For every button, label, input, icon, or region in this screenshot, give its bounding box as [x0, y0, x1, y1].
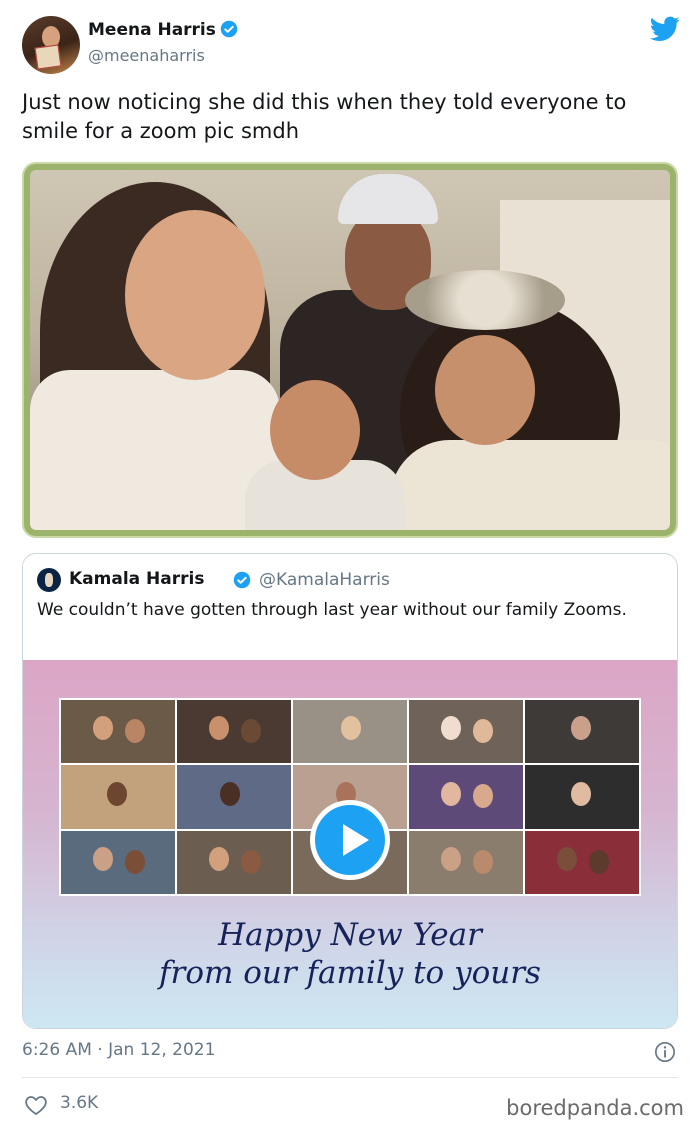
author-handle[interactable]: @meenaharris	[88, 46, 205, 65]
zoom-tile	[409, 765, 523, 829]
watermark: boredpanda.com	[506, 1096, 684, 1120]
photo-flower-crown	[405, 270, 565, 330]
zoom-tile	[409, 830, 523, 894]
zoom-tile	[525, 700, 639, 764]
verified-badge-icon	[220, 20, 238, 38]
zoom-tile	[61, 700, 175, 764]
like-count[interactable]: 3.6K	[60, 1093, 98, 1113]
zoom-tile	[525, 765, 639, 829]
quoted-author-handle[interactable]: @KamalaHarris	[259, 570, 390, 590]
divider	[22, 1077, 678, 1078]
quoted-author-name[interactable]: Kamala Harris	[69, 569, 204, 589]
author-avatar[interactable]	[22, 16, 80, 74]
photo-scene	[30, 170, 670, 530]
twitter-bird-icon[interactable]	[650, 16, 680, 42]
info-icon[interactable]	[654, 1041, 676, 1063]
avatar-book	[34, 44, 62, 70]
photo-woman-body	[30, 370, 280, 530]
photo-child-face	[270, 380, 360, 480]
quoted-tweet[interactable]: Kamala Harris @KamalaHarris We couldn’t …	[22, 553, 678, 1029]
tweet-header: Meena Harris @meenaharris	[22, 14, 682, 78]
zoom-tile	[61, 765, 175, 829]
tweet-timestamp[interactable]: 6:26 AM · Jan 12, 2021	[22, 1040, 215, 1060]
zoom-tile	[293, 700, 407, 764]
quoted-tweet-header: Kamala Harris @KamalaHarris	[37, 568, 657, 592]
greeting-line-1: Happy New Year	[218, 917, 482, 953]
zoom-tile	[177, 830, 291, 894]
attached-photo[interactable]	[22, 162, 678, 538]
verified-badge-icon	[233, 571, 251, 589]
heart-icon[interactable]	[24, 1094, 48, 1116]
quoted-video-thumbnail[interactable]: Happy New Year from our family to yours	[23, 660, 677, 1028]
zoom-tile	[177, 765, 291, 829]
zoom-tile	[61, 830, 175, 894]
zoom-tile	[525, 830, 639, 894]
photo-girl-face	[435, 335, 535, 445]
author-name[interactable]: Meena Harris	[88, 20, 238, 40]
photo-girl-body	[390, 440, 670, 530]
zoom-tile	[409, 700, 523, 764]
tweet-text: Just now noticing she did this when they…	[22, 90, 627, 143]
zoom-tile	[177, 700, 291, 764]
photo-man-cap	[338, 174, 438, 224]
greeting-line-2: from our family to yours	[159, 955, 541, 991]
quoted-tweet-text: We couldn’t have gotten through last yea…	[37, 600, 627, 620]
play-button-icon[interactable]	[310, 800, 390, 880]
quoted-author-avatar[interactable]	[37, 568, 61, 592]
photo-woman-face	[125, 210, 265, 380]
